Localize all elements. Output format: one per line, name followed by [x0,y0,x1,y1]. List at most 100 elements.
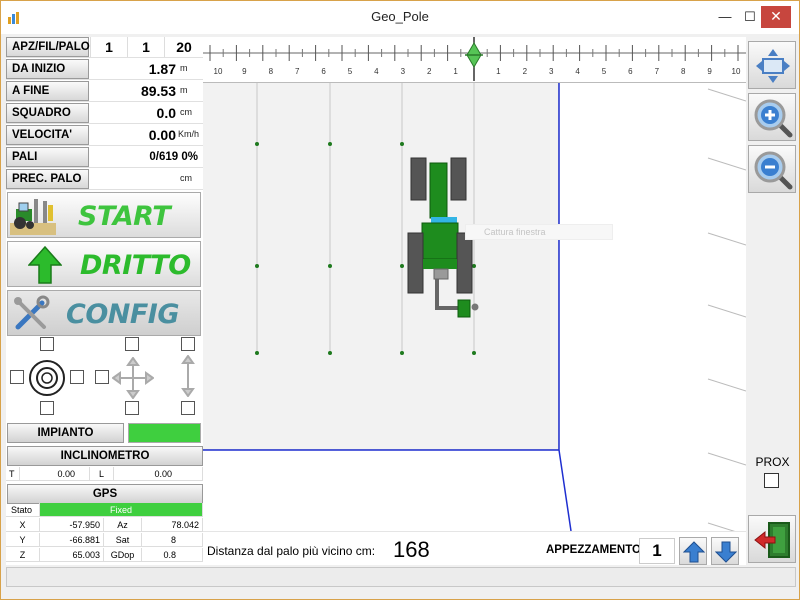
config-button[interactable]: CONFIG [7,290,201,336]
inclinometro-l-label: L [90,467,114,481]
pole-marker [255,264,259,268]
gps-label: GPS [7,484,203,504]
inclinometro-l-value: 0.00 [114,467,203,481]
info-unit: cm [180,173,192,183]
impianto-label: IMPIANTO [7,423,124,443]
info-label: A FINE [6,81,89,101]
gps-row-key: Sat [104,533,142,547]
ruler-label: 5 [347,67,353,76]
ruler-label: 4 [374,67,379,76]
ruler-label: 7 [294,67,300,76]
config-label: CONFIG [66,299,180,330]
palo-value: 20 [164,37,203,57]
ruler-label: 5 [601,67,607,76]
exit-door-icon [754,522,790,558]
info-label: PREC. PALO [6,169,89,189]
zoom-in-button[interactable] [748,93,796,141]
pole-marker [472,264,476,268]
ruler-label: 6 [321,67,326,76]
info-row-da-inizio: DA INIZIO 1.87 m [6,59,203,80]
gps-row-key: X [6,518,40,532]
info-label: DA INIZIO [6,59,89,79]
info-row-prec-palo: PREC. PALO cm [6,169,203,190]
pole-marker [255,142,259,146]
zoom-out-button[interactable] [748,145,796,193]
info-value: 0.0 [156,105,176,121]
apz-row: APZ/FIL/PALO 1 1 20 [6,37,203,58]
ruler-label: 3 [548,67,554,76]
ruler-label: 8 [268,67,274,76]
zoom-out-icon [754,151,793,190]
info-label: SQUADRO [6,103,89,123]
appezzamento-down-button[interactable] [711,537,739,565]
close-button[interactable]: ✕ [761,6,791,28]
prox-checkbox[interactable] [764,473,779,488]
dritto-label: DRITTO [80,250,191,281]
info-label: VELOCITA' [6,125,89,145]
pole-marker [328,142,332,146]
info-value: 1.87 [148,61,176,77]
ruler-label: 9 [242,67,247,76]
gps-row-value: -57.950 [40,518,104,532]
info-row-a-fine: A FINE 89.53 m [6,81,203,102]
inclinometro-t-label: T [6,467,20,481]
maximize-button[interactable]: ☐ [740,7,760,27]
info-row-pali: PALI 0/619 0% [6,147,203,168]
pan-arrows-icon [756,49,790,83]
info-value: 0.00 [148,127,176,143]
ruler-label: 9 [707,67,712,76]
pole-marker [400,264,404,268]
gps-row-value: 65.003 [40,548,104,562]
gps-row-key: GDop [104,548,142,562]
checkbox-pan-top[interactable] [125,337,139,351]
appezzamento-up-button[interactable] [679,537,707,565]
distance-label: Distanza dal palo più vicino cm: [207,544,376,558]
info-row-velocita: VELOCITA' 0.00 Km/h [6,125,203,146]
zoom-in-icon [754,99,793,138]
apz-value: 1 [90,37,127,57]
ruler-label: 6 [628,67,633,76]
info-row-squadro: SQUADRO 0.0 cm [6,103,203,124]
checkbox-vert-top[interactable] [181,337,195,351]
pole-marker [255,351,259,355]
checkbox-bottom[interactable] [40,401,54,415]
info-unit: m [180,63,188,73]
checkbox-right[interactable] [70,370,84,384]
appezzamento-value: 1 [639,538,675,564]
checkbox-pan-bottom[interactable] [125,401,139,415]
gps-stato-label: Stato [6,503,40,517]
checkbox-vert-bottom[interactable] [181,401,195,415]
start-button[interactable]: START [7,192,201,238]
pole-marker [472,351,476,355]
ruler-label: 2 [426,67,432,76]
gps-row-key: Z [6,548,40,562]
vertical-arrows-icon [181,355,195,397]
ruler-label: 3 [400,67,406,76]
dritto-button[interactable]: DRITTO [7,241,201,287]
exit-button[interactable] [748,515,796,563]
window-title: Geo_Pole [371,9,429,24]
checkbox-top[interactable] [40,337,54,351]
field-map-canvas [203,83,746,531]
pole-marker [328,264,332,268]
pan-button[interactable] [748,41,796,89]
info-label: PALI [6,147,89,167]
ruler-label: 4 [575,67,580,76]
bottom-info-bar: Distanza dal palo più vicino cm: 168 APP… [203,531,746,565]
checkbox-left[interactable] [10,370,24,384]
ruler-label: 10 [731,67,741,76]
info-value: 0/619 0% [149,151,198,163]
target-icon [29,360,65,396]
field-map[interactable]: Cattura finestra [203,83,746,531]
checkbox-pan-left[interactable] [95,370,109,384]
pole-marker [400,351,404,355]
start-label: START [78,201,171,232]
minimize-button[interactable]: — [715,7,735,27]
appezzamento-label: APPEZZAMENTO [546,544,641,556]
info-value [90,169,176,189]
tools-icon [14,295,50,330]
green-up-arrow-icon [28,246,62,284]
title-bar: Geo_Pole — ☐ ✕ [1,1,799,34]
apz-label: APZ/FIL/PALO [6,37,90,57]
capture-tooltip-text: Cattura finestra [484,227,546,237]
